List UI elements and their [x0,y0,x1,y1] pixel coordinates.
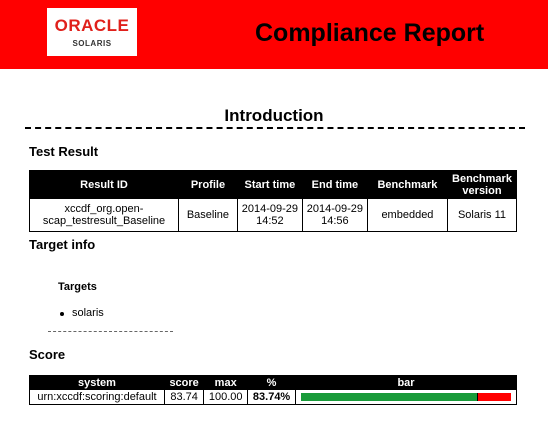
table-row: xccdf_org.open-scap_testresult_Baseline … [29,198,517,232]
column-header-score: score [163,375,205,390]
max-cell: 100.00 [203,389,249,405]
score-table: system score max % bar urn:xccdf:scoring… [29,375,517,405]
report-header: ORACLE SOLARIS Compliance Report [0,0,548,69]
test-result-heading: Test Result [29,144,99,159]
targets-divider [48,331,173,332]
oracle-solaris-logo: ORACLE SOLARIS [47,8,137,56]
column-header-percent: % [247,375,296,390]
start-time-cell: 2014-09-29 14:52 [236,198,303,232]
profile-cell: Baseline [178,198,238,232]
column-header-system: system [29,375,165,390]
introduction-title: Introduction [224,106,324,125]
report-title: Compliance Report [255,19,485,47]
benchmark-version-cell: Solaris 11 [447,198,517,232]
percent-cell: 83.74% [247,389,296,405]
column-header-result-id: Result ID [29,170,179,199]
target-name: solaris [72,307,104,319]
target-list: solaris [57,307,104,319]
score-heading: Score [29,347,66,362]
bar-cell [295,389,517,405]
column-header-benchmark-version: Benchmark version [447,170,517,199]
score-bar-fill [301,393,478,401]
column-header-bar: bar [295,375,517,390]
targets-label: Targets [58,281,97,293]
column-header-benchmark: Benchmark [366,170,449,199]
column-header-max: max [203,375,249,390]
bullet-icon [60,312,64,316]
system-cell: urn:xccdf:scoring:default [29,389,165,405]
score-bar-track [301,393,511,401]
result-id-cell: xccdf_org.open-scap_testresult_Baseline [29,198,179,232]
target-info-heading: Target info [29,237,96,252]
column-header-profile: Profile [178,170,238,199]
table-header-row: system score max % bar [29,375,517,390]
column-header-start-time: Start time [236,170,303,199]
table-row: urn:xccdf:scoring:default 83.74 100.00 8… [29,389,517,405]
score-cell: 83.74 [163,389,205,405]
benchmark-cell: embedded [366,198,449,232]
logo-product: SOLARIS [72,39,112,48]
column-header-end-time: End time [301,170,368,199]
end-time-cell: 2014-09-29 14:56 [301,198,368,232]
section-divider [25,127,525,129]
list-item: solaris [57,307,104,319]
logo-brand: ORACLE [54,16,130,35]
table-header-row: Result ID Profile Start time End time Be… [29,170,517,199]
test-result-table: Result ID Profile Start time End time Be… [29,170,517,232]
